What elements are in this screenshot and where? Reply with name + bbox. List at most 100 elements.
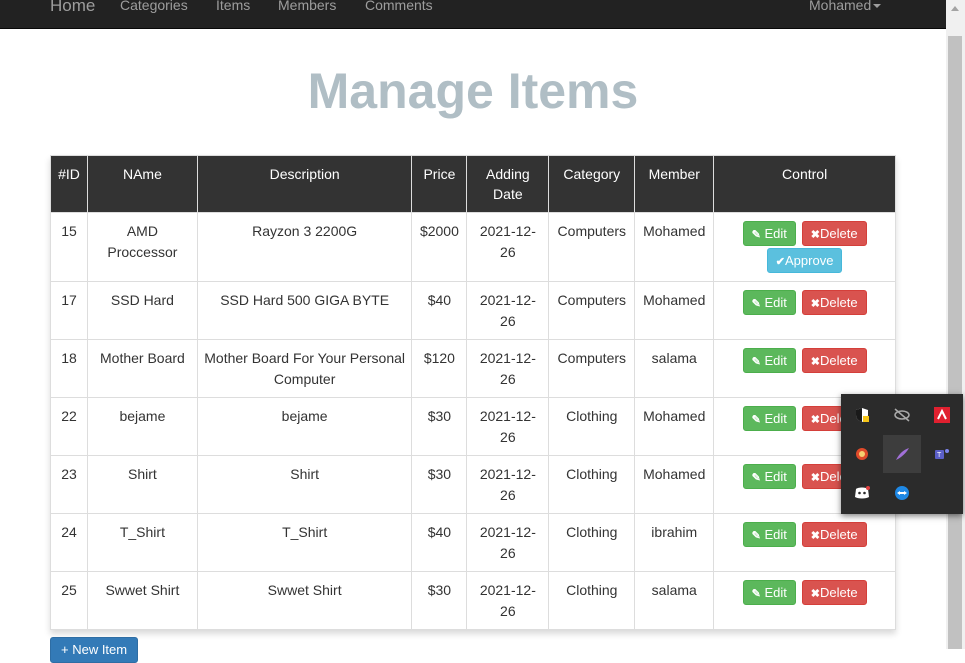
table-row: 24 T_Shirt T_Shirt $40 2021-12-26 Clothing ibr… [50, 513, 896, 572]
nav-items-link[interactable]: Items [216, 0, 250, 13]
discord-icon[interactable] [843, 474, 881, 512]
cell-member: Mohamed [634, 455, 715, 514]
header-adding-date: Adding Date [466, 155, 550, 213]
cell-member: salama [634, 339, 715, 398]
vertical-scrollbar[interactable] [946, 0, 965, 649]
security-app-icon[interactable] [843, 435, 881, 473]
cell-description: bejame [196, 397, 413, 456]
edit-button[interactable]: ✎ Edit [742, 290, 796, 315]
cell-price: $120 [411, 339, 468, 398]
edit-button[interactable]: ✎ Edit [742, 348, 796, 373]
cell-description: Shirt [196, 455, 413, 514]
edit-label: Edit [764, 411, 787, 426]
cell-price: $40 [411, 281, 468, 340]
nav-members-link[interactable]: Members [278, 0, 336, 13]
delete-button[interactable]: ✖Delete [801, 348, 867, 373]
header-control: Control [713, 155, 896, 213]
edit-button[interactable]: ✎ Edit [742, 406, 796, 431]
cell-category: Clothing [548, 397, 636, 456]
cell-description: T_Shirt [196, 513, 413, 572]
cell-id: 22 [50, 397, 88, 456]
delete-button[interactable]: ✖Delete [801, 221, 867, 246]
cell-description: Mother Board For Your Personal Computer [196, 339, 413, 398]
delete-button[interactable]: ✖Delete [801, 580, 867, 605]
cell-adding-date: 2021-12-26 [466, 397, 550, 456]
cell-adding-date: 2021-12-26 [466, 513, 550, 572]
cell-id: 25 [50, 571, 88, 630]
cell-member: ibrahim [634, 513, 715, 572]
edit-icon: ✎ [751, 588, 761, 600]
page-title: Manage Items [307, 63, 639, 119]
close-icon: ✖ [810, 472, 820, 484]
amd-icon[interactable] [923, 396, 961, 434]
cell-id: 18 [50, 339, 88, 398]
edit-label: Edit [764, 527, 787, 542]
delete-label: Delete [820, 527, 858, 542]
cell-id: 15 [50, 212, 88, 282]
cell-adding-date: 2021-12-26 [466, 571, 550, 630]
cell-adding-date: 2021-12-26 [466, 281, 550, 340]
nav-comments-link[interactable]: Comments [365, 0, 433, 13]
table-header-row: #ID NAme Description Price Adding Date C… [50, 155, 896, 213]
edit-label: Edit [764, 295, 787, 310]
edit-icon: ✎ [751, 229, 761, 241]
cell-control: ✎ Edit ✖Delete [713, 571, 896, 630]
cell-control: ✎ Edit ✖Delete [713, 513, 896, 572]
check-icon: ✔ [775, 256, 786, 268]
close-icon: ✖ [810, 414, 820, 426]
approve-button[interactable]: ✔Approve [766, 248, 843, 273]
delete-button[interactable]: ✖Delete [801, 522, 867, 547]
edit-button[interactable]: ✎ Edit [742, 580, 796, 605]
cell-member: salama [634, 571, 715, 630]
teams-icon[interactable]: T [923, 435, 961, 473]
table-row: 25 Swwet Shirt Swwet Shirt $30 2021-12-26 Clo… [50, 571, 896, 630]
cell-member: Mohamed [634, 212, 715, 282]
edit-icon: ✎ [751, 356, 761, 368]
cell-category: Clothing [548, 455, 636, 514]
delete-label: Delete [820, 585, 858, 600]
cell-name: Swwet Shirt [86, 571, 198, 630]
caret-down-icon [873, 4, 882, 9]
cell-description: Rayzon 3 2200G [196, 212, 413, 282]
cell-description: Swwet Shirt [196, 571, 413, 630]
cell-name: AMD Proccessor [86, 212, 198, 282]
cell-category: Computers [548, 339, 636, 398]
hidden-icon[interactable] [883, 396, 921, 434]
nav-categories-link[interactable]: Categories [120, 0, 188, 13]
cell-name: Mother Board [86, 339, 198, 398]
table-row: 15 AMD Proccessor Rayzon 3 2200G $2000 2021-… [50, 212, 896, 282]
delete-button[interactable]: ✖Delete [801, 290, 867, 315]
close-icon: ✖ [810, 588, 820, 600]
cell-id: 17 [50, 281, 88, 340]
top-navbar: Home Categories Items Members Comments M… [0, 0, 946, 29]
edit-label: Edit [764, 353, 787, 368]
delete-label: Delete [820, 353, 858, 368]
edit-button[interactable]: ✎ Edit [742, 464, 796, 489]
edit-button[interactable]: ✎ Edit [742, 221, 796, 246]
header-description: Description [196, 155, 413, 213]
header-name: NAme [86, 155, 198, 213]
cell-member: Mohamed [634, 281, 715, 340]
teamviewer-icon[interactable] [883, 474, 921, 512]
scrollbar-thumb[interactable] [948, 36, 962, 649]
shield-warning-icon[interactable] [843, 396, 881, 434]
edit-label: Edit [764, 469, 787, 484]
table-row: 18 Mother Board Mother Board For Your Pers… [50, 339, 896, 398]
cell-id: 24 [50, 513, 88, 572]
nav-home-link[interactable]: Home [50, 0, 95, 16]
scroll-up-arrow-icon[interactable] [951, 6, 959, 11]
cell-name: bejame [86, 397, 198, 456]
approve-label: Approve [785, 253, 834, 268]
new-item-button[interactable]: + New Item [50, 637, 139, 663]
cell-category: Computers [548, 212, 636, 282]
delete-label: Delete [820, 295, 858, 310]
edit-button[interactable]: ✎ Edit [742, 522, 796, 547]
cell-id: 23 [50, 455, 88, 514]
user-dropdown[interactable]: Mohamed [809, 0, 882, 13]
edit-icon: ✎ [751, 414, 761, 426]
cell-adding-date: 2021-12-26 [466, 455, 550, 514]
cell-name: T_Shirt [86, 513, 198, 572]
delete-label: Delete [820, 226, 858, 241]
feather-icon[interactable] [883, 435, 921, 473]
svg-text:T: T [937, 452, 942, 459]
